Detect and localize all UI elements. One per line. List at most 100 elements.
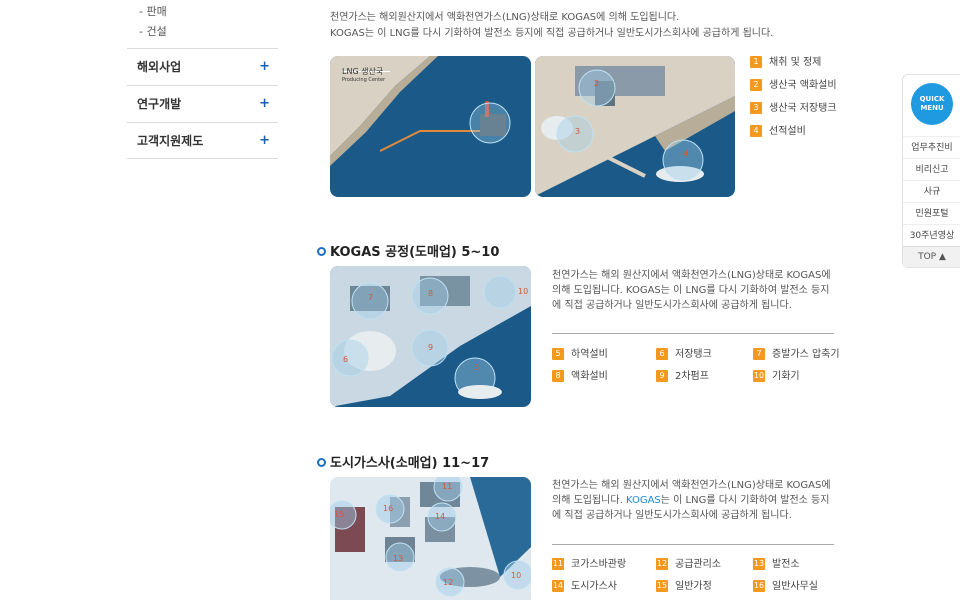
plus-icon[interactable]: + [259, 123, 270, 159]
legend-item: 5 하역설비 [552, 348, 608, 362]
legend-item: 7 증발가스 압축기 [753, 348, 840, 362]
legend-item: 1 채취 및 정제 [750, 56, 821, 70]
quick-badge-line1: QUICK [919, 95, 945, 103]
legend-label: 저장탱크 [675, 349, 712, 360]
sub-item-sales[interactable]: - 판매 [139, 2, 278, 22]
number-badge: 2 [750, 79, 762, 91]
legend-item: 14 도시가스사 [552, 580, 617, 594]
kogas-highlight: KOGAS [625, 495, 661, 506]
legend-label: 일반사무실 [772, 581, 818, 592]
legend-label: 코가스바관랑 [571, 559, 627, 570]
quick-menu: QUICK MENU 업무추진비 비리신고 사규 민원포털 30주년영상 TOP… [902, 74, 960, 268]
legend-section3: 11 코가스바관랑 12 공급관리소 13 발전소 14 도시가스사 15 일반가정 16… [552, 558, 842, 598]
legend-item: 12 공급관리소 [656, 558, 721, 572]
svg-text:8: 8 [428, 289, 433, 298]
svg-text:3: 3 [575, 127, 580, 136]
legend-item: 13 발전소 [753, 558, 800, 572]
section-title-kogas: KOGAS 공정(도매업) 5~10 [317, 241, 499, 260]
quick-link-video[interactable]: 30주년영상 [903, 224, 960, 246]
quick-link-portal[interactable]: 민원포털 [903, 202, 960, 224]
sidebar-menu: 해외사업 + 연구개발 + 고객지원제도 + [127, 48, 278, 159]
city-gas-image: 15 16 11 14 13 12 10 [330, 477, 531, 600]
legend-label: 일반가정 [675, 581, 712, 592]
legend-item: 2 생산국 액화설비 [750, 79, 837, 93]
quick-link-rules[interactable]: 사규 [903, 180, 960, 202]
number-badge: 9 [656, 370, 668, 382]
sidebar: - 판매 - 건설 해외사업 + 연구개발 + 고객지원제도 + [127, 0, 278, 159]
plus-icon[interactable]: + [259, 86, 270, 122]
number-badge: 11 [552, 558, 564, 570]
producing-center-image: 1 LNG 생산국 Producing Center [330, 56, 531, 197]
number-badge: 8 [552, 370, 564, 382]
svg-text:9: 9 [428, 343, 433, 352]
sidebar-item-label: 고객지원제도 [137, 134, 204, 148]
legend-label: 증발가스 압축기 [772, 349, 840, 360]
number-badge: 10 [753, 370, 765, 382]
legend-item: 4 선적설비 [750, 125, 806, 139]
number-badge: 6 [656, 348, 668, 360]
quick-menu-badge[interactable]: QUICK MENU [911, 83, 953, 125]
svg-text:7: 7 [368, 293, 373, 302]
legend-item: 3 생산국 저장탱크 [750, 102, 837, 116]
plus-icon[interactable]: + [259, 49, 270, 85]
svg-text:12: 12 [443, 578, 453, 587]
number-badge: 1 [750, 56, 762, 68]
map-label: LNG 생산국 [342, 67, 384, 76]
svg-text:5: 5 [474, 363, 479, 372]
section2-description: 천연가스는 해외 원산지에서 액화천연가스(LNG)상태로 KOGAS에 의해 … [552, 270, 831, 311]
sidebar-item-research[interactable]: 연구개발 + [127, 85, 278, 122]
top-button[interactable]: TOP ▲ [903, 246, 960, 267]
number-badge: 4 [750, 125, 762, 137]
section-title-text: 도시가스사(소매업) 11~17 [330, 456, 490, 471]
svg-text:10: 10 [511, 571, 521, 580]
sidebar-item-overseas[interactable]: 해외사업 + [127, 48, 278, 85]
sub-menu: - 판매 - 건설 [127, 0, 278, 42]
number-badge: 16 [753, 580, 765, 592]
legend-section2: 5 하역설비 6 저장탱크 7 증발가스 압축기 8 액화설비 9 2차펌프 10 기화기 [552, 348, 842, 388]
legend-label: 생산국 저장탱크 [769, 103, 837, 114]
svg-text:10: 10 [518, 287, 528, 296]
section3-description: 천연가스는 해외 원산지에서 액화천연가스(LNG)상태로 KOGAS에 의해 … [552, 478, 834, 523]
svg-text:15: 15 [334, 510, 344, 519]
sidebar-item-label: 연구개발 [137, 97, 182, 111]
legend-label: 발전소 [772, 559, 800, 570]
section-title-citygas: 도시가스사(소매업) 11~17 [317, 452, 489, 471]
legend-item: 10 기화기 [753, 370, 800, 384]
liquefaction-plant-image: 2 3 4 [535, 56, 735, 197]
number-badge: 14 [552, 580, 564, 592]
svg-text:1: 1 [487, 107, 492, 116]
quick-badge-line2: MENU [920, 104, 944, 112]
legend-item: 15 일반가정 [656, 580, 712, 594]
svg-text:11: 11 [442, 482, 452, 491]
svg-text:4: 4 [683, 149, 688, 158]
svg-text:6: 6 [343, 355, 348, 364]
intro-line-1: 천연가스는 해외원산지에서 액화천연가스(LNG)상태로 KOGAS에 의해 도… [330, 12, 680, 23]
divider [552, 544, 834, 545]
legend-label: 2차펌프 [675, 371, 709, 382]
legend-figure1: 1 채취 및 정제 2 생산국 액화설비 3 생산국 저장탱크 4 선적설비 [750, 56, 840, 146]
legend-label: 선적설비 [769, 126, 806, 137]
svg-text:16: 16 [383, 504, 393, 513]
legend-item: 16 일반사무실 [753, 580, 818, 594]
sub-item-construction[interactable]: - 건설 [139, 22, 278, 42]
number-badge: 7 [753, 348, 765, 360]
quick-links: 업무추진비 비리신고 사규 민원포털 30주년영상 TOP ▲ [903, 136, 960, 267]
divider [552, 333, 834, 334]
map-sublabel: Producing Center [342, 77, 386, 83]
legend-label: 공급관리소 [675, 559, 721, 570]
svg-text:2: 2 [594, 79, 599, 88]
legend-label: 도시가스사 [571, 581, 617, 592]
legend-label: 기화기 [772, 371, 800, 382]
number-badge: 13 [753, 558, 765, 570]
intro-text: 천연가스는 해외원산지에서 액화천연가스(LNG)상태로 KOGAS에 의해 도… [330, 10, 830, 42]
number-badge: 5 [552, 348, 564, 360]
svg-text:14: 14 [435, 512, 445, 521]
legend-label: 하역설비 [571, 349, 608, 360]
quick-link-expenses[interactable]: 업무추진비 [903, 136, 960, 158]
legend-item: 6 저장탱크 [656, 348, 712, 362]
quick-link-report[interactable]: 비리신고 [903, 158, 960, 180]
sidebar-item-customer[interactable]: 고객지원제도 + [127, 122, 278, 159]
sidebar-item-label: 해외사업 [137, 60, 182, 74]
legend-label: 생산국 액화설비 [769, 80, 837, 91]
intro-line-2: KOGAS는 이 LNG를 다시 기화하여 발전소 등지에 직접 공급하거나 일… [330, 28, 774, 39]
